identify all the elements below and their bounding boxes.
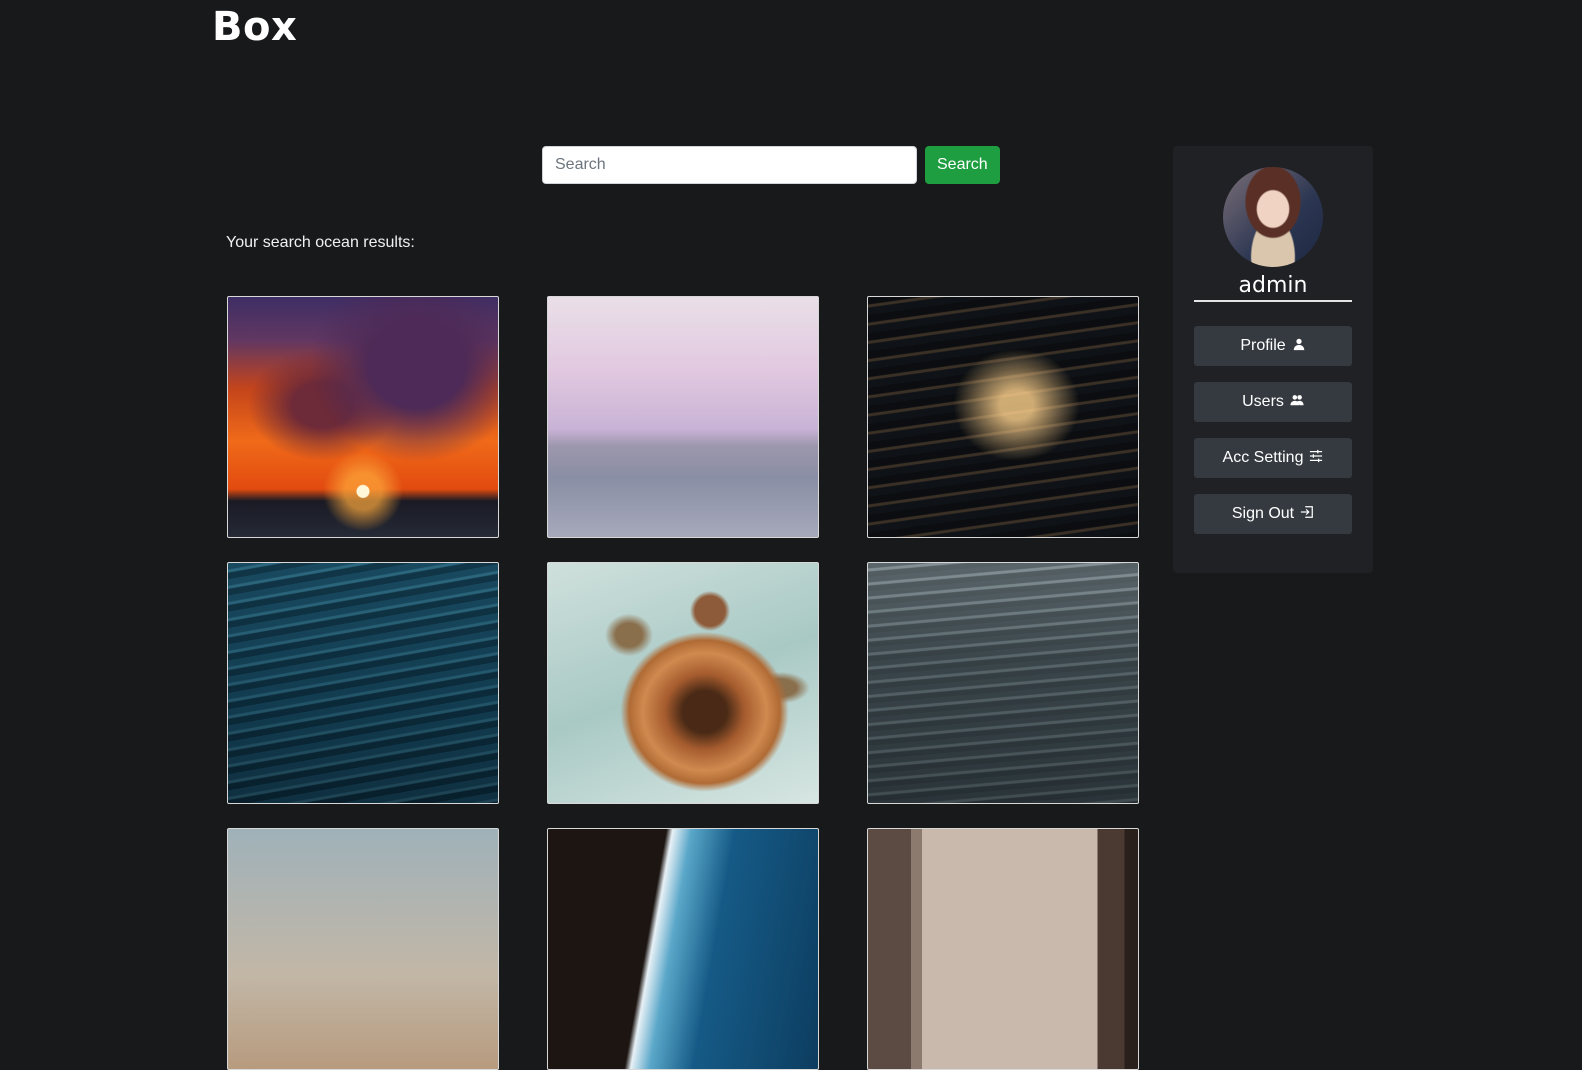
brand-logo[interactable]: Box: [212, 4, 297, 50]
sign-out-button-label: Sign Out: [1231, 505, 1295, 522]
golden-waves-image[interactable]: [867, 296, 1139, 538]
beach-horizon-image[interactable]: [227, 828, 499, 1070]
pier-sea-view-image[interactable]: [867, 828, 1139, 1070]
avatar[interactable]: [1223, 167, 1323, 267]
search-input[interactable]: [542, 146, 917, 184]
deep-blue-waves-image[interactable]: [227, 562, 499, 804]
search-form: Search: [542, 146, 1000, 184]
user-icon: [1292, 337, 1306, 356]
sign-out-icon: [1300, 505, 1314, 524]
profile-button[interactable]: Profile: [1194, 326, 1352, 366]
users-button-label: Users: [1242, 393, 1284, 410]
search-button[interactable]: Search: [925, 146, 1000, 184]
acc-setting-button[interactable]: Acc Setting: [1194, 438, 1352, 478]
gray-water-image[interactable]: [867, 562, 1139, 804]
rocky-shore-aerial-image[interactable]: [547, 828, 819, 1070]
username: admin: [1194, 273, 1352, 302]
sign-out-button[interactable]: Sign Out: [1194, 494, 1352, 534]
results-grid: [227, 296, 1139, 1070]
sea-turtle-image[interactable]: [547, 562, 819, 804]
results-label: Your search ocean results:: [226, 234, 415, 251]
profile-button-label: Profile: [1240, 337, 1286, 354]
sliders-icon: [1309, 449, 1323, 468]
users-button[interactable]: Users: [1194, 382, 1352, 422]
users-icon: [1290, 393, 1304, 412]
pink-sky-calm-sea-image[interactable]: [547, 296, 819, 538]
acc-setting-button-label: Acc Setting: [1222, 449, 1304, 466]
user-sidebar: admin Profile Users Acc Setting Sign Out: [1173, 146, 1373, 573]
sidebar-menu: Profile Users Acc Setting Sign Out: [1194, 326, 1352, 534]
sunset-over-ocean-image[interactable]: [227, 296, 499, 538]
